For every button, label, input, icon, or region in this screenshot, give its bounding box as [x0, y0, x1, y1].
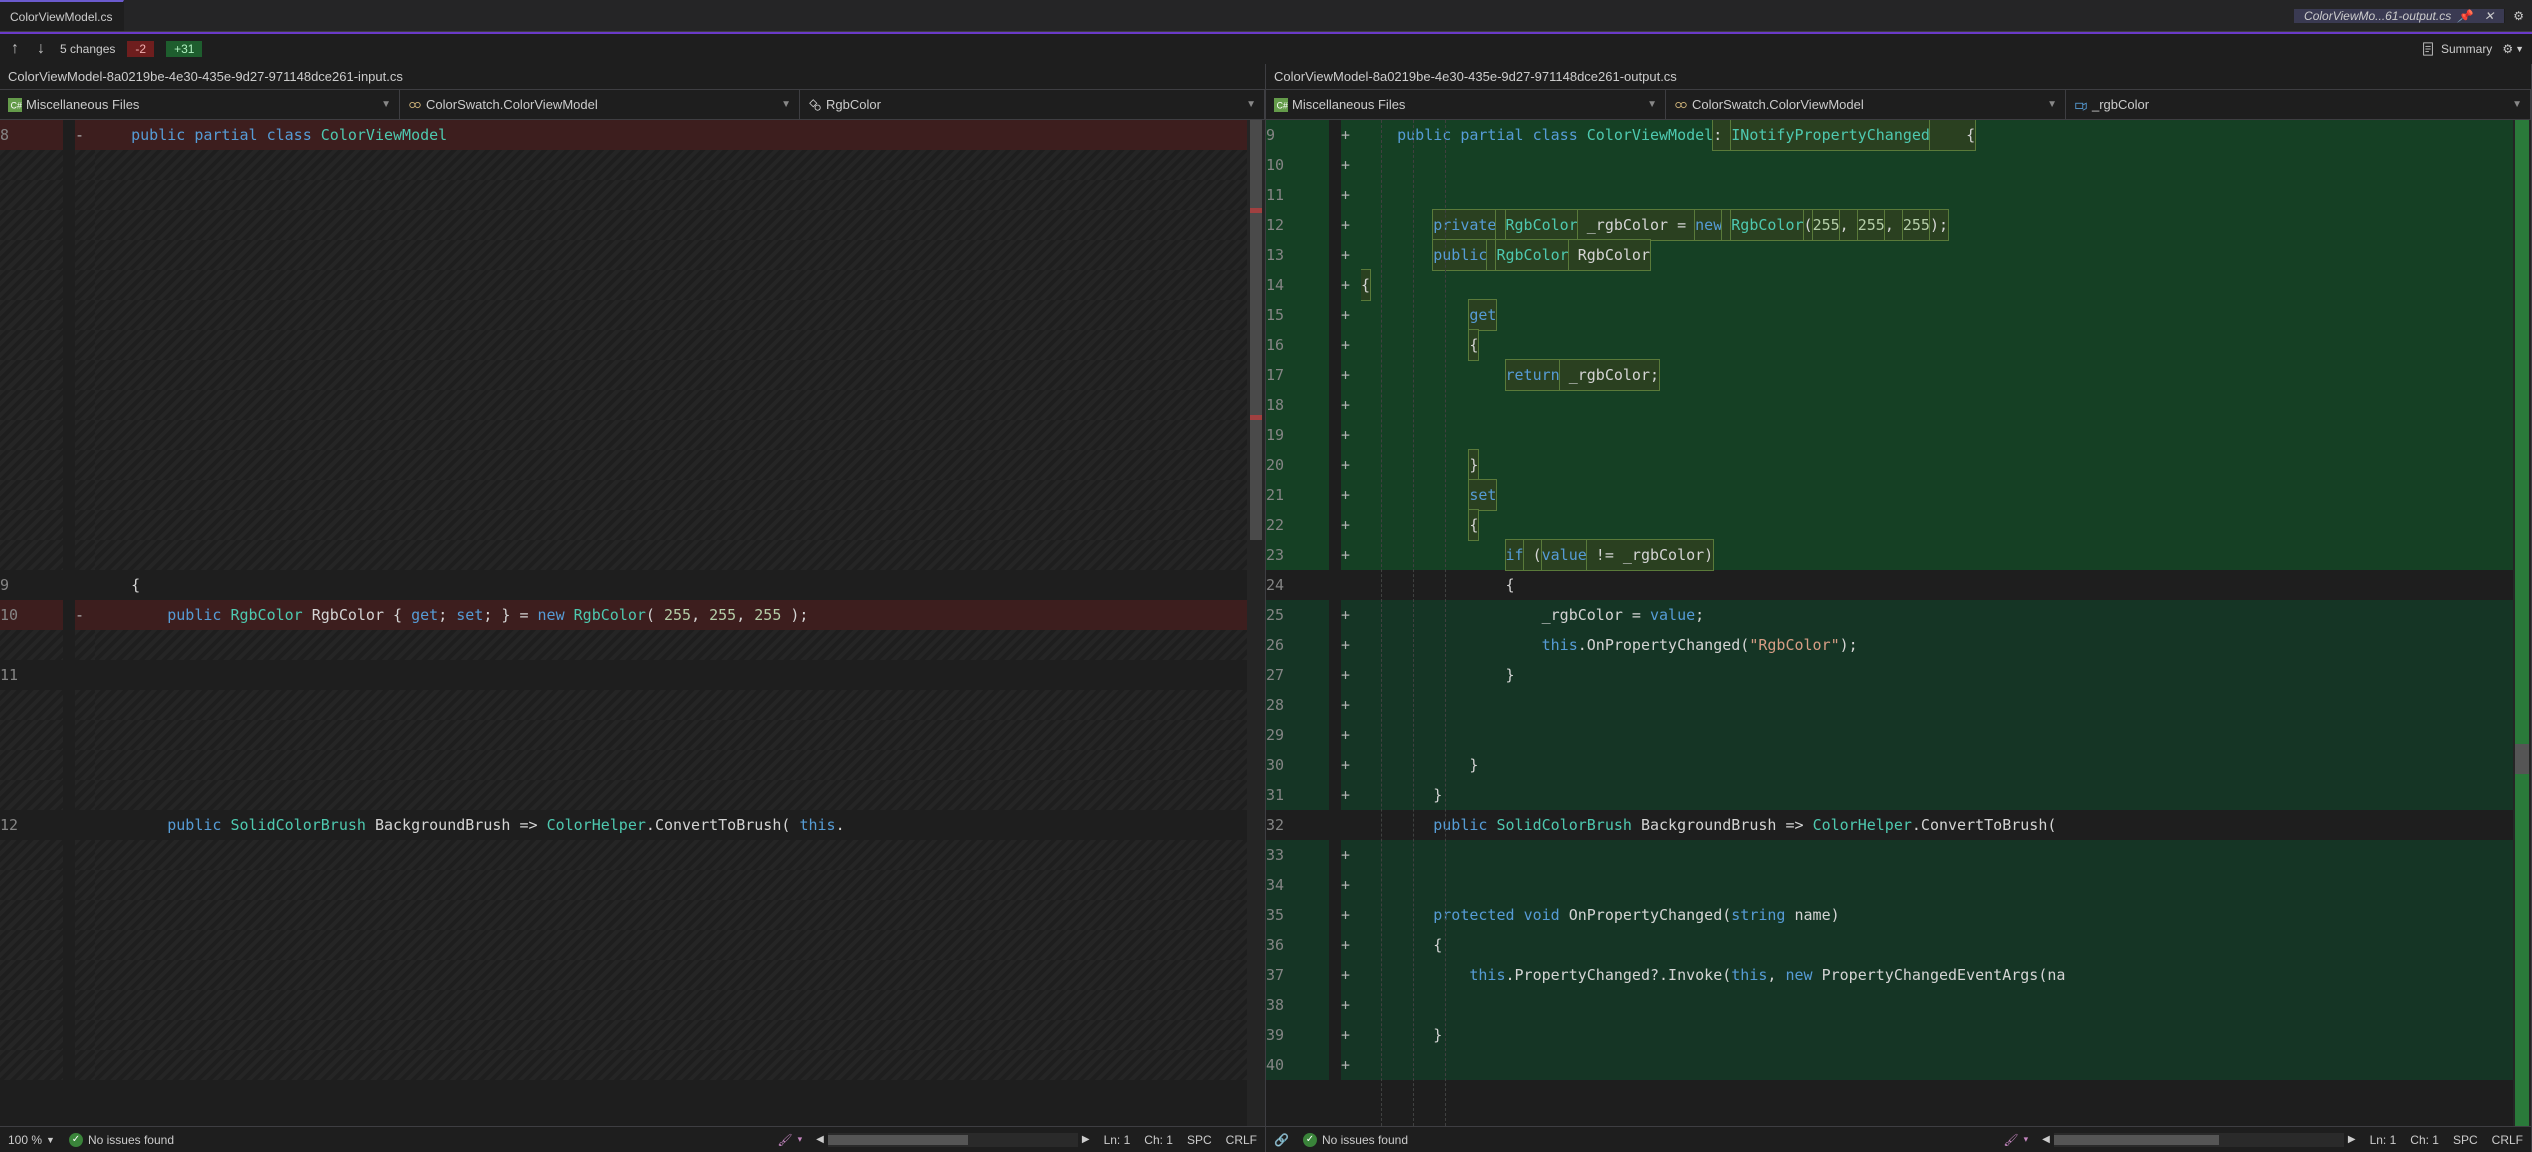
- issues-label: No issues found: [88, 1133, 174, 1147]
- issues-indicator[interactable]: ✓ No issues found: [1303, 1133, 1408, 1147]
- crumb-label: Miscellaneous Files: [26, 97, 139, 112]
- next-change-button[interactable]: ↓: [34, 40, 48, 58]
- summary-button[interactable]: Summary: [2421, 42, 2492, 56]
- crumb-project-right[interactable]: C# Miscellaneous Files ▼: [1266, 90, 1666, 119]
- issues-indicator[interactable]: ✓ No issues found: [69, 1133, 174, 1147]
- line-ending[interactable]: CRLF: [2492, 1133, 2523, 1147]
- left-file-header: ColorViewModel-8a0219be-4e30-435e-9d27-9…: [0, 64, 1266, 90]
- crumb-label: Miscellaneous Files: [1292, 97, 1405, 112]
- tab-output-preview[interactable]: ColorViewMo...61-output.cs 📌 ✕: [2294, 9, 2505, 23]
- indent-mode[interactable]: SPC: [2453, 1133, 2478, 1147]
- field-icon: [2074, 98, 2088, 112]
- tab-label: ColorViewMo...61-output.cs: [2304, 9, 2451, 23]
- line-indicator[interactable]: Ln: 1: [1104, 1133, 1131, 1147]
- right-file-header: ColorViewModel-8a0219be-4e30-435e-9d27-9…: [1266, 64, 2532, 90]
- summary-label: Summary: [2441, 42, 2492, 56]
- scroll-right-icon[interactable]: ▶: [1082, 1134, 1090, 1145]
- close-icon[interactable]: ✕: [2484, 9, 2494, 23]
- cleanup-button[interactable]: 🖌▾: [2003, 1133, 2028, 1147]
- gear-icon[interactable]: ⚙: [2513, 9, 2524, 23]
- status-right: 🔗 ✓ No issues found 🖌▾ ◀ ▶ Ln: 1 Ch: 1 S…: [1266, 1126, 2532, 1152]
- horizontal-scrollbar[interactable]: [828, 1133, 1078, 1147]
- chevron-down-icon: ▼: [381, 99, 391, 110]
- issues-label: No issues found: [1322, 1133, 1408, 1147]
- tab-colorviewmodel[interactable]: ColorViewModel.cs: [0, 0, 124, 31]
- crumb-label: ColorSwatch.ColorViewModel: [1692, 97, 1864, 112]
- svg-text:C#: C#: [11, 100, 22, 110]
- csharp-icon: C#: [8, 98, 22, 112]
- chevron-down-icon: ▼: [2047, 99, 2057, 110]
- crumb-label: RgbColor: [826, 97, 881, 112]
- horizontal-scrollbar[interactable]: [2054, 1133, 2344, 1147]
- class-icon: [1674, 98, 1688, 112]
- crumb-label: ColorSwatch.ColorViewModel: [426, 97, 598, 112]
- right-pane[interactable]: 9101112131415161718192021222324252627282…: [1266, 120, 2532, 1126]
- settings-button[interactable]: ⚙ ▼: [2502, 42, 2524, 56]
- chevron-down-icon: ▼: [781, 99, 791, 110]
- link-icon[interactable]: 🔗: [1274, 1133, 1289, 1147]
- line-indicator[interactable]: Ln: 1: [2370, 1133, 2397, 1147]
- left-pane[interactable]: 89101112-- public partial class ColorVie…: [0, 120, 1266, 1126]
- check-icon: ✓: [1303, 1133, 1317, 1147]
- check-icon: ✓: [69, 1133, 83, 1147]
- document-tab-bar: ColorViewModel.cs ColorViewMo...61-outpu…: [0, 0, 2532, 32]
- crumb-member-left[interactable]: RgbColor ▼: [800, 90, 1265, 119]
- overview-ruler[interactable]: [2513, 120, 2531, 1126]
- cleanup-button[interactable]: 🖌▾: [777, 1133, 802, 1147]
- crumb-label: _rgbColor: [2092, 97, 2149, 112]
- crumb-member-right[interactable]: _rgbColor ▼: [2066, 90, 2531, 119]
- scroll-right-icon[interactable]: ▶: [2348, 1134, 2356, 1145]
- col-indicator[interactable]: Ch: 1: [2410, 1133, 2439, 1147]
- file-headers: ColorViewModel-8a0219be-4e30-435e-9d27-9…: [0, 64, 2532, 90]
- diff-toolbar: ↑ ↓ 5 changes -2 +31 Summary ⚙ ▼: [0, 32, 2532, 64]
- crumb-class-right[interactable]: ColorSwatch.ColorViewModel ▼: [1666, 90, 2066, 119]
- navigation-bar: C# Miscellaneous Files ▼ ColorSwatch.Colo…: [0, 90, 2532, 120]
- status-bar: 100 % ▼ ✓ No issues found 🖌▾ ◀ ▶ Ln: 1 C…: [0, 1126, 2532, 1152]
- chevron-down-icon: ▼: [2512, 99, 2522, 110]
- chevron-down-icon: ▼: [1246, 99, 1256, 110]
- removed-badge: -2: [127, 41, 154, 57]
- added-badge: +31: [166, 41, 202, 57]
- crumb-class-left[interactable]: ColorSwatch.ColorViewModel ▼: [400, 90, 800, 119]
- gear-icon: ⚙: [2502, 42, 2513, 56]
- document-icon: [2421, 42, 2435, 56]
- chevron-down-icon: ▼: [1647, 99, 1657, 110]
- chevron-down-icon: ▼: [46, 1135, 55, 1145]
- status-left: 100 % ▼ ✓ No issues found 🖌▾ ◀ ▶ Ln: 1 C…: [0, 1126, 1266, 1152]
- svg-text:C#: C#: [1277, 100, 1288, 110]
- line-ending[interactable]: CRLF: [1226, 1133, 1257, 1147]
- class-icon: [408, 98, 422, 112]
- diff-view: 89101112-- public partial class ColorVie…: [0, 120, 2532, 1126]
- col-indicator[interactable]: Ch: 1: [1144, 1133, 1173, 1147]
- scroll-left-icon[interactable]: ◀: [816, 1134, 824, 1145]
- indent-mode[interactable]: SPC: [1187, 1133, 1212, 1147]
- pin-icon[interactable]: 📌: [2457, 9, 2472, 23]
- scroll-left-icon[interactable]: ◀: [2042, 1134, 2050, 1145]
- zoom-label: 100 %: [8, 1133, 42, 1147]
- property-icon: [808, 98, 822, 112]
- vertical-scrollbar[interactable]: [1247, 120, 1265, 1126]
- prev-change-button[interactable]: ↑: [8, 40, 22, 58]
- changes-count: 5 changes: [60, 42, 115, 56]
- csharp-icon: C#: [1274, 98, 1288, 112]
- crumb-project-left[interactable]: C# Miscellaneous Files ▼: [0, 90, 400, 119]
- zoom-level[interactable]: 100 % ▼: [8, 1133, 55, 1147]
- tab-label: ColorViewModel.cs: [10, 10, 113, 24]
- chevron-down-icon: ▼: [2515, 44, 2524, 54]
